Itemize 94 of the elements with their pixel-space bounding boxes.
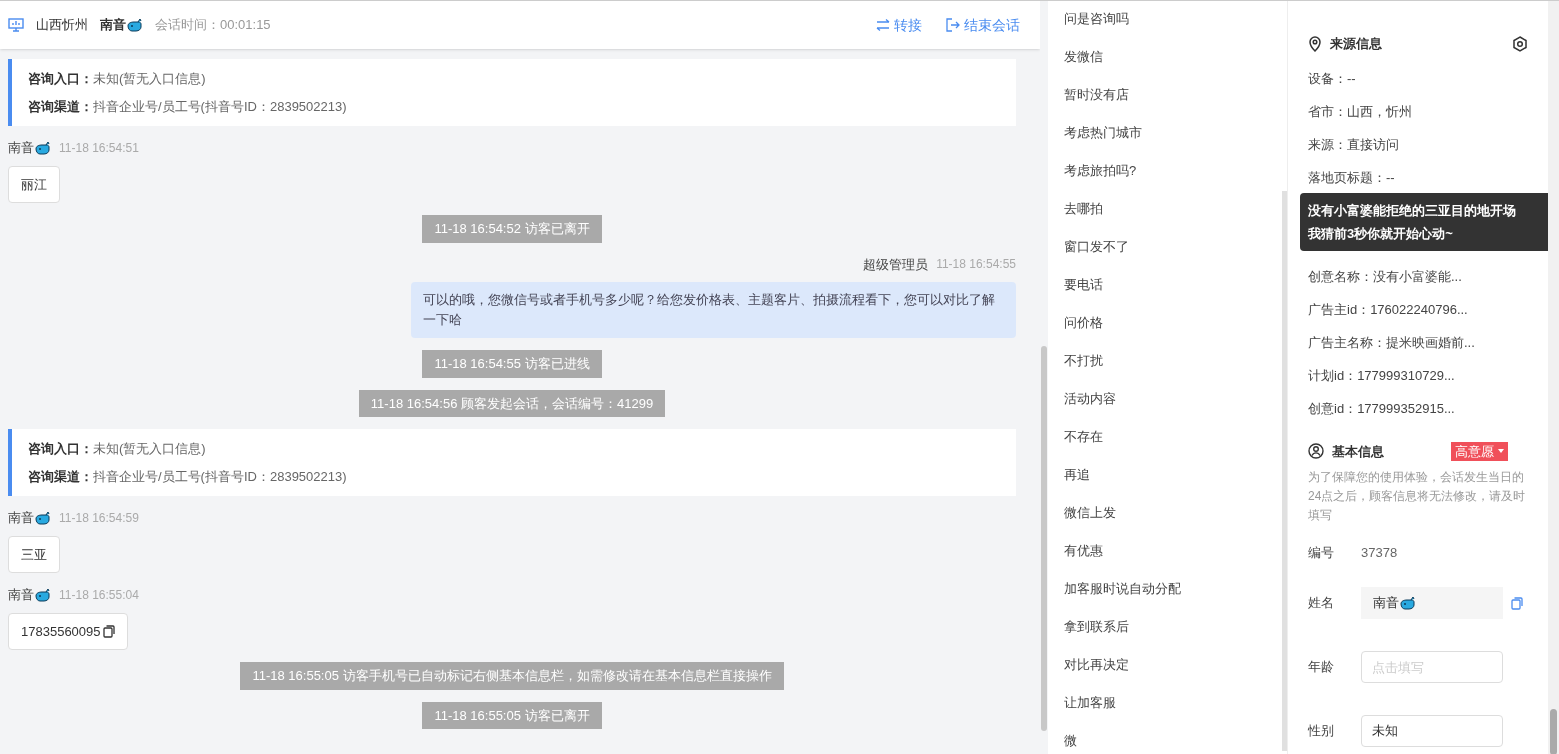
scrollbar-thumb[interactable]: [1550, 709, 1557, 754]
field-label: 编号: [1308, 544, 1335, 563]
caret-icon: [1498, 449, 1504, 454]
info-row-text: 省市：山西，忻州: [1308, 102, 1412, 121]
quick-reply-item[interactable]: 不存在: [1064, 427, 1282, 465]
info-value: 176022240796...: [1370, 300, 1468, 319]
whale-emoji-icon: [35, 139, 51, 156]
info-row-text: 设备：--: [1308, 69, 1356, 88]
sender-name: 南音: [8, 586, 34, 604]
info-value: 未知(暂无入口信息): [93, 440, 206, 458]
info-row-text: 落地页标题：--: [1308, 168, 1395, 187]
info-label: 创意名称：: [1308, 267, 1373, 286]
field-value: 37378: [1361, 544, 1398, 563]
field-label: 年龄: [1308, 658, 1335, 677]
message-time: 11-18 16:54:51: [59, 139, 139, 157]
message-time: 11-18 16:55:04: [59, 586, 139, 604]
whale-emoji-icon: [1400, 595, 1416, 611]
info-label: 广告主名称：: [1308, 333, 1386, 352]
system-notice: 11-18 16:55:05 访客已离开: [422, 701, 602, 729]
scrollbar-thumb[interactable]: [1282, 191, 1287, 751]
field-label: 性别: [1308, 722, 1335, 741]
quick-reply-item[interactable]: 问是咨询吗: [1064, 9, 1282, 47]
message-bubble: 可以的哦，您微信号或者手机号多少呢？给您发价格表、主题客片、拍摄流程看下，您可以对比了解一下哈: [411, 282, 1016, 338]
system-notice: 11-18 16:54:56 顾客发起会话，会话编号：41299: [358, 389, 666, 417]
sender-name: 南音: [8, 139, 34, 157]
sender-name: 南音: [8, 509, 34, 527]
info-label: 计划id：: [1308, 366, 1358, 385]
info-value: 177999352915...: [1357, 399, 1455, 418]
field-label: 姓名: [1308, 594, 1335, 613]
info-value: 抖音企业号/员工号(抖音号ID：2839502213): [93, 97, 347, 116]
location-pin-icon: [1308, 35, 1322, 52]
info-value: 未知(暂无入口信息): [93, 70, 206, 88]
quick-reply-item[interactable]: 考虑旅拍吗?: [1064, 161, 1282, 199]
settings-icon[interactable]: [1512, 35, 1528, 52]
exit-icon: [946, 18, 960, 32]
tooltip-text: 我猜前3秒你就开始心动~: [1308, 224, 1454, 243]
visitor-location: 山西忻州: [36, 16, 88, 35]
quick-reply-item[interactable]: 微: [1064, 731, 1282, 754]
info-label: 咨询渠道：: [28, 97, 93, 116]
visitor-name: 南音: [100, 16, 126, 35]
system-notice: 11-18 16:54:52 访客已离开: [422, 215, 602, 243]
quick-reply-item[interactable]: 拿到联系后: [1064, 617, 1282, 655]
info-label: 咨询入口：: [28, 440, 93, 458]
info-value: 没有小富婆能...: [1373, 267, 1462, 286]
scrollbar-thumb[interactable]: [1041, 346, 1047, 731]
input-field[interactable]: 未知: [1361, 715, 1503, 747]
quick-reply-item[interactable]: 去哪拍: [1064, 199, 1282, 237]
swap-icon: [876, 19, 890, 31]
whale-emoji-icon: [35, 509, 51, 526]
quick-reply-item[interactable]: 加客服时说自动分配: [1064, 579, 1282, 617]
quick-reply-item[interactable]: 不打扰: [1064, 351, 1282, 389]
user-circle-icon: [1308, 443, 1324, 460]
notice-text: 为了保障您的使用体验，会话发生当日的24点之后，顾客信息将无法修改，请及时填写: [1308, 469, 1527, 524]
session-time: 会话时间：00:01:15: [155, 16, 271, 35]
quick-reply-item[interactable]: 问价格: [1064, 313, 1282, 351]
info-label: 咨询渠道：: [28, 467, 93, 486]
quick-reply-item[interactable]: 要电话: [1064, 275, 1282, 313]
info-value: 提米映画婚前...: [1386, 333, 1475, 352]
sender-name: 超级管理员: [863, 255, 929, 274]
info-row-text: 来源：直接访问: [1308, 135, 1399, 154]
message-text: 三亚: [21, 545, 47, 564]
info-value: 177999310729...: [1357, 366, 1455, 385]
quick-reply-item[interactable]: 暂时没有店: [1064, 85, 1282, 123]
info-label: 创意id：: [1308, 399, 1358, 418]
quick-reply-item[interactable]: 再追: [1064, 465, 1282, 503]
quick-reply-item[interactable]: 对比再决定: [1064, 655, 1282, 693]
quick-reply-item[interactable]: 窗口发不了: [1064, 237, 1282, 275]
quick-reply-item[interactable]: 考虑热门城市: [1064, 123, 1282, 161]
name-field[interactable]: 南音: [1361, 587, 1503, 619]
message-time: 11-18 16:54:55: [936, 256, 1016, 274]
monitor-icon: [8, 18, 24, 32]
system-notice: 11-18 16:55:05 访客手机号已自动标记右侧基本信息栏，如需修改请在基本信息栏直接操作: [240, 662, 784, 690]
system-notice: 11-18 16:54:55 访客已进线: [422, 350, 602, 378]
transfer-button[interactable]: 转接: [876, 14, 922, 36]
quick-reply-item[interactable]: 活动内容: [1064, 389, 1282, 427]
whale-emoji-icon: [35, 586, 51, 603]
message-time: 11-18 16:54:59: [59, 509, 139, 527]
tooltip-text: 没有小富婆能拒绝的三亚目的地开场: [1308, 201, 1517, 220]
whale-emoji-icon: [127, 17, 143, 33]
quick-reply-item[interactable]: 发微信: [1064, 47, 1282, 85]
intent-tag-dropdown[interactable]: 高意愿: [1451, 441, 1508, 461]
section-title: 基本信息: [1332, 442, 1384, 461]
info-label: 广告主id：: [1308, 300, 1371, 319]
info-label: 咨询入口：: [28, 70, 93, 88]
message-text: 丽江: [21, 175, 47, 194]
info-value: 抖音企业号/员工号(抖音号ID：2839502213): [93, 467, 347, 486]
copy-icon[interactable]: [102, 624, 115, 638]
quick-reply-item[interactable]: 让加客服: [1064, 693, 1282, 731]
quick-reply-item[interactable]: 微信上发: [1064, 503, 1282, 541]
quick-reply-item[interactable]: 有优惠: [1064, 541, 1282, 579]
message-text: 17835560095: [21, 622, 101, 641]
section-title: 来源信息: [1330, 35, 1382, 53]
end-session-button[interactable]: 结束会话: [946, 14, 1020, 36]
field-value: 南音: [1373, 594, 1399, 613]
